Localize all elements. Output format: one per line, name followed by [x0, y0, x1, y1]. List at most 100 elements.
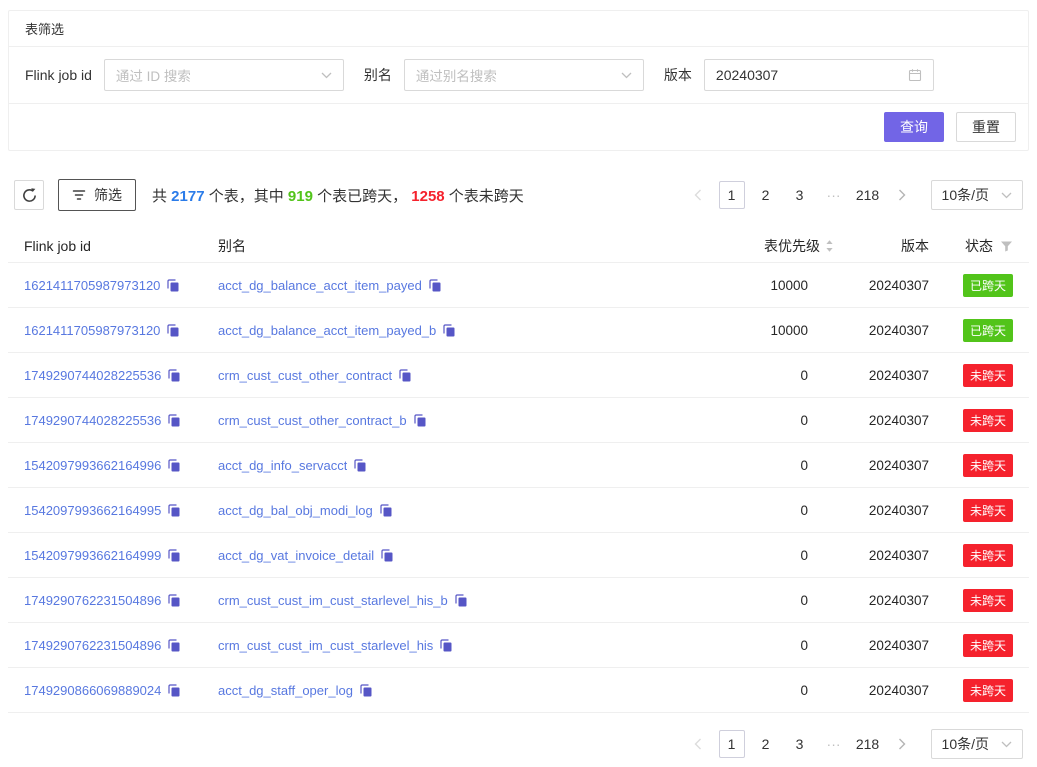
copy-icon[interactable]	[167, 503, 181, 517]
alias-link[interactable]: acct_dg_bal_obj_modi_log	[218, 503, 373, 518]
flink-job-id-cell: 1542097993662164996	[24, 458, 218, 473]
chevron-down-icon	[621, 72, 632, 79]
alias-link[interactable]: crm_cust_cust_im_cust_starlevel_his_b	[218, 593, 448, 608]
flink-job-id-link[interactable]: 1542097993662164996	[24, 458, 161, 473]
flink-job-id-link[interactable]: 1542097993662164999	[24, 548, 161, 563]
status-badge: 已跨天	[963, 319, 1013, 342]
copy-icon[interactable]	[167, 638, 181, 652]
next-page-button[interactable]	[889, 730, 915, 758]
version-value: 20240307	[834, 503, 929, 518]
flink-job-id-cell: 1542097993662164995	[24, 503, 218, 518]
pagination-bottom: 123 ··· 218 10条/页	[677, 729, 1023, 759]
column-header-flink-job-id[interactable]: Flink job id	[24, 238, 218, 254]
copy-icon[interactable]	[167, 548, 181, 562]
alias-link[interactable]: acct_dg_balance_acct_item_payed	[218, 278, 422, 293]
copy-icon[interactable]	[428, 278, 442, 292]
flink-job-id-link[interactable]: 1621411705987973120	[24, 278, 160, 293]
page-button-1[interactable]: 1	[719, 730, 745, 758]
page-button-3[interactable]: 3	[787, 181, 813, 209]
refresh-icon	[21, 187, 38, 204]
copy-icon[interactable]	[166, 323, 180, 337]
copy-icon[interactable]	[167, 683, 181, 697]
column-header-priority[interactable]: 表优先级	[714, 236, 834, 256]
copy-icon[interactable]	[454, 593, 468, 607]
page-button-2[interactable]: 2	[753, 181, 779, 209]
status-badge: 已跨天	[963, 274, 1013, 297]
status-badge: 未跨天	[963, 454, 1013, 477]
page-button-218[interactable]: 218	[855, 181, 881, 209]
filter-card-body: Flink job id 通过 ID 搜索 别名 通过别名搜索 版本 20240…	[9, 47, 1028, 104]
copy-icon[interactable]	[167, 593, 181, 607]
alias-link[interactable]: acct_dg_vat_invoice_detail	[218, 548, 374, 563]
page-button-1[interactable]: 1	[719, 181, 745, 209]
page-button-3[interactable]: 3	[787, 730, 813, 758]
flink-job-id-select[interactable]: 通过 ID 搜索	[104, 59, 344, 91]
chevron-right-icon	[898, 189, 906, 201]
filter-funnel-icon[interactable]	[1000, 240, 1013, 252]
copy-icon[interactable]	[166, 278, 180, 292]
flink-job-id-cell: 1749290762231504896	[24, 638, 218, 653]
copy-icon[interactable]	[442, 323, 456, 337]
prev-page-button[interactable]	[685, 181, 711, 209]
table-row: 1749290744028225536 crm_cust_cust_other_…	[8, 353, 1029, 398]
prev-page-button[interactable]	[685, 730, 711, 758]
flink-job-id-link[interactable]: 1749290866069889024	[24, 683, 161, 698]
table-row: 1621411705987973120 acct_dg_balance_acct…	[8, 308, 1029, 353]
alias-link[interactable]: crm_cust_cust_other_contract	[218, 368, 392, 383]
flink-job-id-label: Flink job id	[25, 67, 92, 83]
copy-icon[interactable]	[167, 458, 181, 472]
table-row: 1749290762231504896 crm_cust_cust_im_cus…	[8, 623, 1029, 668]
copy-icon[interactable]	[413, 413, 427, 427]
flink-job-id-placeholder: 通过 ID 搜索	[116, 65, 191, 85]
field-flink-job-id: Flink job id 通过 ID 搜索	[25, 59, 344, 91]
chevron-left-icon	[694, 738, 702, 750]
alias-link[interactable]: acct_dg_info_servacct	[218, 458, 347, 473]
sort-icon[interactable]	[825, 239, 834, 253]
flink-job-id-link[interactable]: 1621411705987973120	[24, 323, 160, 338]
refresh-button[interactable]	[14, 180, 44, 210]
column-header-alias[interactable]: 别名	[218, 236, 714, 256]
version-value: 20240307	[834, 548, 929, 563]
status-badge: 未跨天	[963, 634, 1013, 657]
flink-job-id-link[interactable]: 1749290762231504896	[24, 638, 161, 653]
filter-toggle-button[interactable]: 筛选	[58, 179, 136, 211]
chevron-left-icon	[694, 189, 702, 201]
copy-icon[interactable]	[439, 638, 453, 652]
query-button[interactable]: 查询	[884, 112, 944, 142]
priority-value: 0	[714, 368, 834, 383]
copy-icon[interactable]	[167, 413, 181, 427]
alias-link[interactable]: acct_dg_balance_acct_item_payed_b	[218, 323, 436, 338]
page-button-218[interactable]: 218	[855, 730, 881, 758]
table-row: 1749290762231504896 crm_cust_cust_im_cus…	[8, 578, 1029, 623]
version-date-input[interactable]: 20240307	[704, 59, 934, 91]
copy-icon[interactable]	[379, 503, 393, 517]
column-header-status[interactable]: 状态	[929, 236, 1013, 256]
flink-job-id-link[interactable]: 1542097993662164995	[24, 503, 161, 518]
page-size-select[interactable]: 10条/页	[931, 729, 1023, 759]
alias-cell: acct_dg_vat_invoice_detail	[218, 548, 714, 563]
alias-link[interactable]: crm_cust_cust_other_contract_b	[218, 413, 407, 428]
copy-icon[interactable]	[398, 368, 412, 382]
copy-icon[interactable]	[380, 548, 394, 562]
status-cell: 未跨天	[929, 364, 1013, 387]
reset-button[interactable]: 重置	[956, 112, 1016, 142]
copy-icon[interactable]	[167, 368, 181, 382]
priority-value: 10000	[714, 323, 834, 338]
toolbar: 筛选 共 2177 个表，其中 919 个表已跨天， 1258 个表未跨天 12…	[14, 179, 1023, 211]
copy-icon[interactable]	[359, 683, 373, 697]
version-value: 20240307	[834, 413, 929, 428]
page-button-2[interactable]: 2	[753, 730, 779, 758]
flink-job-id-link[interactable]: 1749290744028225536	[24, 413, 161, 428]
flink-job-id-link[interactable]: 1749290744028225536	[24, 368, 161, 383]
alias-link[interactable]: acct_dg_staff_oper_log	[218, 683, 353, 698]
page-size-select[interactable]: 10条/页	[931, 180, 1023, 210]
next-page-button[interactable]	[889, 181, 915, 209]
table-row: 1621411705987973120 acct_dg_balance_acct…	[8, 263, 1029, 308]
pagination-ellipsis: ···	[821, 736, 847, 752]
summary-text: 共 2177 个表，其中 919 个表已跨天， 1258 个表未跨天	[152, 185, 524, 206]
copy-icon[interactable]	[353, 458, 367, 472]
flink-job-id-link[interactable]: 1749290762231504896	[24, 593, 161, 608]
alias-select[interactable]: 通过别名搜索	[404, 59, 644, 91]
alias-link[interactable]: crm_cust_cust_im_cust_starlevel_his	[218, 638, 433, 653]
alias-cell: crm_cust_cust_other_contract_b	[218, 413, 714, 428]
